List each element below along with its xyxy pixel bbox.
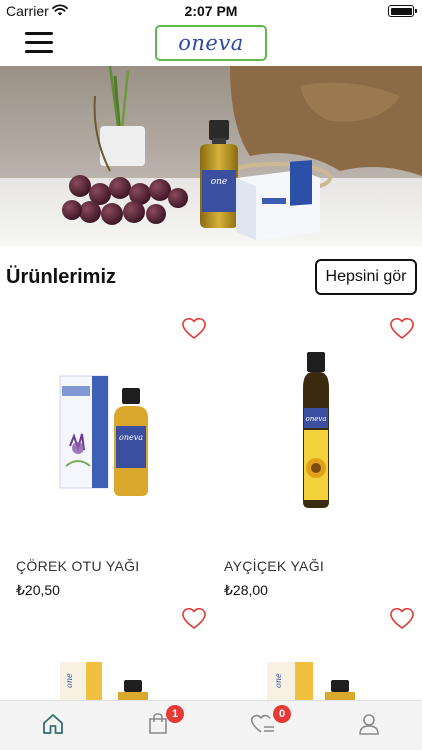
tab-home[interactable]: [33, 709, 73, 743]
hamburger-menu-icon[interactable]: [25, 32, 53, 54]
bottom-tab-bar: 1 0: [0, 700, 422, 750]
favorite-heart-icon[interactable]: [181, 606, 207, 630]
section-title: Ürünlerimiz: [6, 266, 117, 288]
tab-cart[interactable]: 1: [138, 705, 184, 743]
product-image[interactable]: oneva: [213, 350, 422, 510]
clock: 2:07 PM: [184, 3, 238, 19]
product-card[interactable]: oneva ÇÖREK OTU YAĞI ₺20,50: [0, 310, 209, 600]
product-image[interactable]: one: [0, 660, 209, 700]
favorite-heart-icon[interactable]: [389, 316, 415, 340]
product-card[interactable]: oneva AYÇİÇEK YAĞI ₺28,00: [213, 310, 422, 600]
battery-icon: [388, 5, 417, 17]
cart-count-badge: 1: [166, 705, 184, 723]
hero-banner[interactable]: one: [0, 66, 422, 246]
product-price: ₺28,00: [224, 582, 268, 598]
product-name: ÇÖREK OTU YAĞI: [16, 558, 140, 574]
home-icon: [41, 712, 65, 741]
favorites-count-badge: 0: [273, 705, 291, 723]
hero-photo: one: [0, 66, 422, 246]
favorite-heart-icon[interactable]: [389, 606, 415, 630]
product-price: ₺20,50: [16, 582, 60, 598]
product-image[interactable]: oneva: [0, 366, 209, 506]
brand-logo[interactable]: oneva: [155, 25, 267, 61]
product-name: AYÇİÇEK YAĞI: [224, 558, 325, 574]
logo-text: oneva: [178, 31, 244, 55]
product-card[interactable]: one: [213, 600, 422, 700]
svg-text:one: one: [65, 673, 74, 688]
svg-text:one: one: [274, 673, 283, 688]
tab-profile[interactable]: [349, 709, 389, 743]
status-bar: Carrier 2:07 PM: [0, 0, 422, 22]
tab-favorites[interactable]: 0: [243, 705, 291, 743]
favorite-heart-icon[interactable]: [181, 316, 207, 340]
top-navigation: oneva: [0, 22, 422, 66]
svg-text:oneva: oneva: [119, 433, 143, 442]
user-icon: [357, 712, 381, 741]
see-all-button[interactable]: Hepsini gör: [315, 259, 417, 295]
product-card[interactable]: one: [0, 600, 209, 700]
svg-text:oneva: oneva: [306, 415, 327, 423]
svg-text:one: one: [211, 177, 228, 187]
product-image[interactable]: one: [213, 660, 422, 700]
